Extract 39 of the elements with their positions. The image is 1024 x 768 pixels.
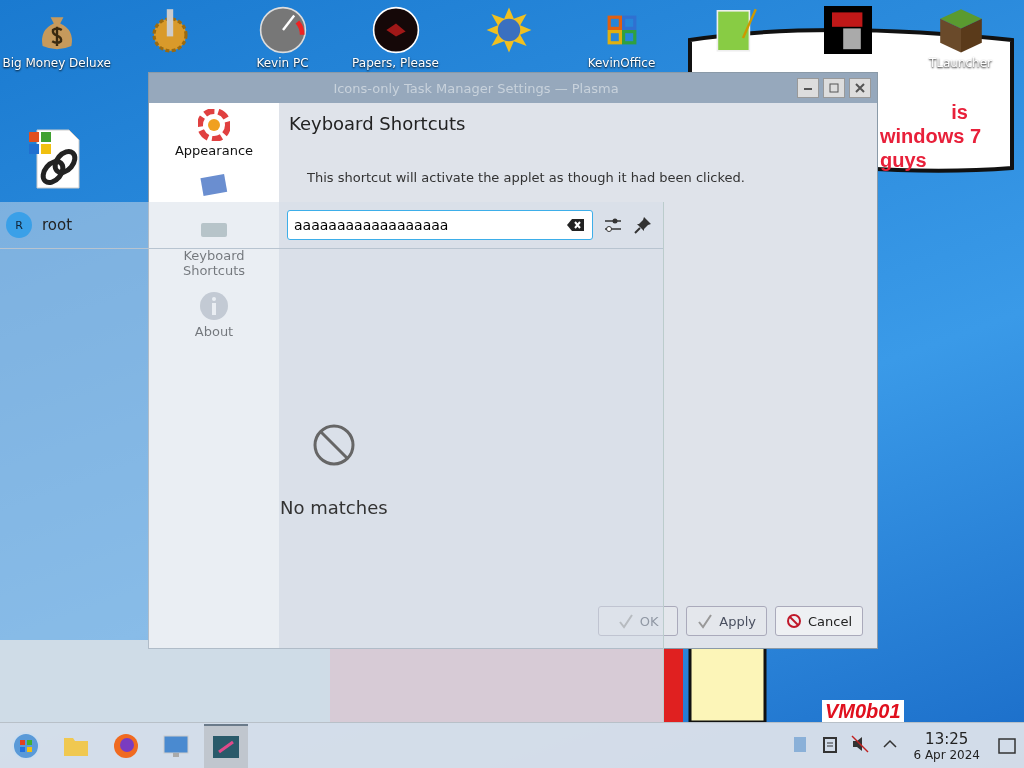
color-wheel-icon [198, 109, 230, 141]
start-orb-icon [11, 730, 41, 761]
desktop-icon-label[interactable]: Papers, Please [341, 56, 450, 70]
taskbar-app[interactable] [204, 723, 248, 768]
checkmark-icon [697, 613, 714, 629]
desktop-icon-label[interactable]: TLauncher [906, 56, 1015, 70]
clock-time[interactable]: 13:25 [925, 729, 969, 748]
checkmark-icon [617, 613, 634, 629]
no-entry-icon [311, 423, 356, 467]
desktop-icon-label[interactable]: KevinOffice [567, 56, 676, 70]
info-icon [198, 290, 230, 322]
muted-speaker-icon[interactable] [851, 734, 870, 753]
gauge-icon[interactable] [258, 6, 307, 54]
clock-date[interactable]: 6 Apr 2024 [913, 747, 980, 762]
clear-text-icon[interactable] [567, 218, 585, 232]
wallpaper-text: VM0b01 [822, 700, 904, 723]
page-heading: Keyboard Shortcuts [289, 113, 467, 134]
minimize-button[interactable] [797, 78, 819, 98]
pin-icon[interactable] [633, 215, 653, 235]
maximize-icon [829, 83, 839, 93]
sidebar-item[interactable]: Appearance [149, 103, 279, 164]
desktop-icon-label[interactable]: Kevin PC [228, 56, 337, 70]
sidebar-item[interactable]: About [149, 284, 279, 345]
search-field[interactable]: aaaaaaaaaaaaaaaaaa [287, 210, 593, 240]
show-desktop-icon[interactable] [998, 736, 1016, 755]
disc-icon[interactable] [371, 6, 420, 54]
mp-icon[interactable] [823, 6, 872, 54]
close-button[interactable] [849, 78, 871, 98]
close-icon [855, 83, 865, 93]
notes-icon[interactable] [821, 734, 840, 753]
sidebar-item[interactable]: Keyboard Shortcuts [149, 208, 279, 284]
desktop-icon-label[interactable]: Big Money Deluxe [2, 56, 111, 70]
description-text: This shortcut will activate the applet as though it had been clicked. [307, 170, 746, 185]
cancel-icon [785, 613, 802, 629]
user-name: root [42, 216, 73, 234]
user-avatar[interactable]: R [6, 212, 32, 238]
sticker-text: is windows 7 guys [880, 100, 983, 172]
cancel-button[interactable]: Cancel [774, 606, 863, 636]
empty-message: No matches [280, 497, 388, 518]
